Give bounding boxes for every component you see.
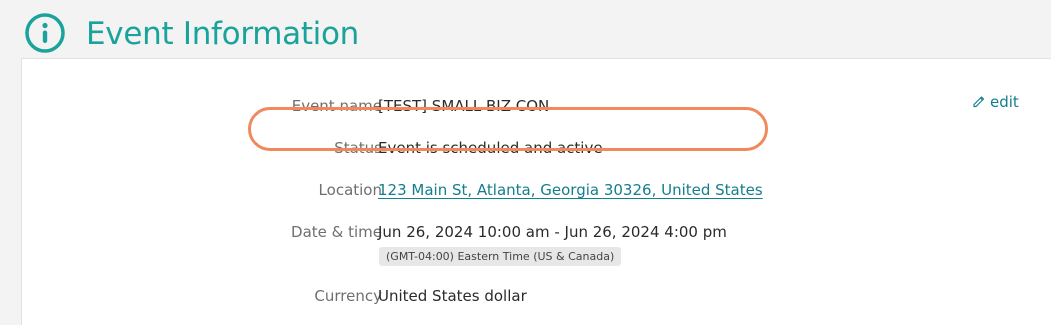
event-details-card: edit Event name [TEST] SMALL BIZ CON Sta…	[21, 58, 1051, 325]
status-value: Event is scheduled and active	[378, 139, 603, 157]
section-header: Event Information	[0, 0, 1051, 58]
event-name-label: Event name	[291, 97, 382, 115]
event-information-page: Event Information edit Event name [TEST]…	[0, 0, 1051, 325]
location-label: Location	[318, 181, 382, 199]
timezone-badge: (GMT-04:00) Eastern Time (US & Canada)	[379, 247, 622, 266]
location-row: Location 123 Main St, Atlanta, Georgia 3…	[22, 178, 1022, 202]
status-label: Status	[334, 139, 382, 157]
page-title: Event Information	[86, 16, 360, 52]
event-name-value: [TEST] SMALL BIZ CON	[378, 97, 550, 115]
info-icon	[25, 13, 65, 53]
status-row: Status Event is scheduled and active	[22, 136, 1022, 160]
currency-label: Currency	[314, 287, 382, 305]
currency-value: United States dollar	[378, 287, 527, 305]
date-time-row: Date & time Jun 26, 2024 10:00 am - Jun …	[22, 220, 1022, 270]
date-time-label: Date & time	[291, 223, 382, 241]
location-link[interactable]: 123 Main St, Atlanta, Georgia 30326, Uni…	[378, 178, 763, 202]
currency-row: Currency United States dollar	[22, 284, 1022, 308]
event-name-row: Event name [TEST] SMALL BIZ CON	[22, 94, 1022, 118]
date-time-value: Jun 26, 2024 10:00 am - Jun 26, 2024 4:0…	[378, 223, 727, 241]
